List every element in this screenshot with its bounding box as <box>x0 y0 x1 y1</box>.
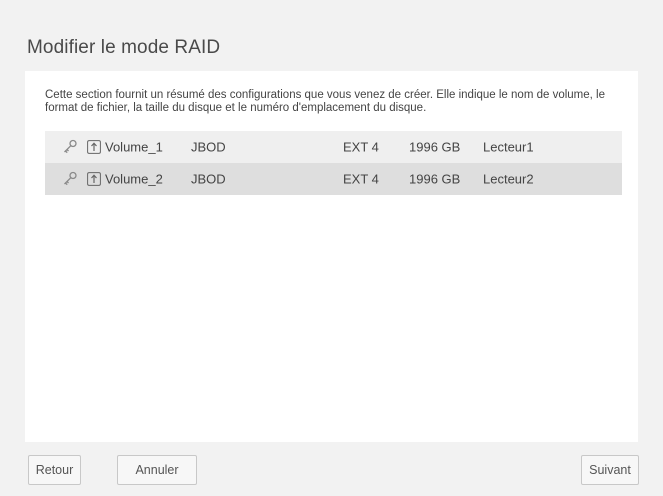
volume-table: Volume_1 JBOD EXT 4 1996 GB Lecteur1 Vol… <box>45 131 622 195</box>
volume-format: EXT 4 <box>343 139 379 155</box>
volume-name: Volume_2 <box>105 171 163 187</box>
key-icon <box>62 171 78 187</box>
cancel-button[interactable]: Annuler <box>117 455 197 485</box>
next-button[interactable]: Suivant <box>581 455 639 485</box>
dialog-title: Modifier le mode RAID <box>27 37 221 58</box>
volume-size: 1996 GB <box>409 139 461 155</box>
volume-location: Lecteur1 <box>483 139 534 155</box>
volume-type: JBOD <box>191 139 226 155</box>
summary-description: Cette section fournit un résumé des conf… <box>45 89 605 114</box>
volume-size: 1996 GB <box>409 171 461 187</box>
summary-panel: Cette section fournit un résumé des conf… <box>25 71 638 442</box>
key-icon <box>62 139 78 155</box>
volume-type: JBOD <box>191 171 226 187</box>
volume-row[interactable]: Volume_2 JBOD EXT 4 1996 GB Lecteur2 <box>45 163 622 195</box>
upload-icon <box>87 140 101 154</box>
volume-location: Lecteur2 <box>483 171 534 187</box>
volume-name: Volume_1 <box>105 139 163 155</box>
upload-icon <box>87 172 101 186</box>
volume-row[interactable]: Volume_1 JBOD EXT 4 1996 GB Lecteur1 <box>45 131 622 163</box>
volume-format: EXT 4 <box>343 171 379 187</box>
back-button[interactable]: Retour <box>28 455 81 485</box>
